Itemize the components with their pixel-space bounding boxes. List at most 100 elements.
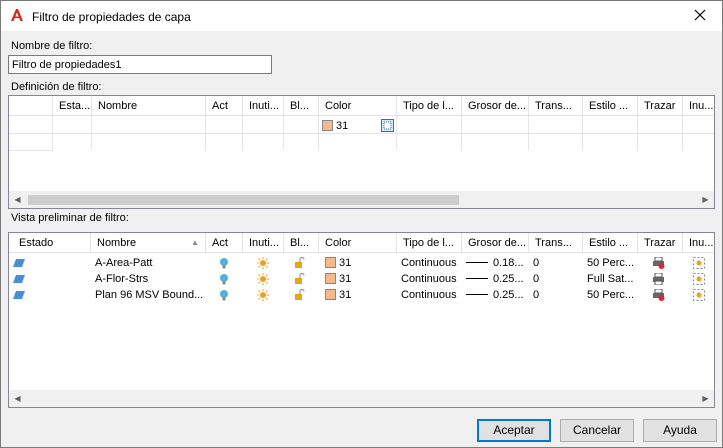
prev-col-tipo-linea[interactable]: Tipo de l... bbox=[397, 233, 462, 253]
prev-col-estilo[interactable]: Estilo ... bbox=[583, 233, 638, 253]
layer-name: A-Flor-Strs bbox=[95, 273, 149, 285]
def-col-color[interactable]: Color bbox=[319, 96, 397, 116]
layer-name: A-Area-Patt bbox=[95, 257, 153, 269]
lightbulb-on-icon[interactable] bbox=[218, 289, 230, 301]
prev-col-transparencia[interactable]: Trans... bbox=[529, 233, 583, 253]
def-col-estado[interactable]: Esta... bbox=[53, 96, 92, 116]
prev-col-nombre[interactable]: Nombre ▲ bbox=[91, 233, 206, 253]
sort-up-icon: ▲ bbox=[191, 238, 199, 247]
grid-line bbox=[9, 150, 53, 151]
window-title: Filtro de propiedades de capa bbox=[32, 10, 191, 24]
prev-col-inutilizar[interactable]: Inuti... bbox=[243, 233, 284, 253]
lineweight-value: 0.25... bbox=[493, 289, 524, 301]
help-button[interactable]: Ayuda bbox=[643, 419, 717, 442]
viewport-freeze-icon[interactable] bbox=[693, 289, 705, 301]
lightbulb-on-icon[interactable] bbox=[218, 273, 230, 285]
preview-grid[interactable]: Estado Nombre ▲ Act Inuti... Bl... Color… bbox=[8, 232, 715, 408]
color-swatch bbox=[322, 120, 333, 131]
layer-icon bbox=[13, 259, 25, 267]
def-col-bloquear[interactable]: Bl... bbox=[284, 96, 319, 116]
layer-lineweight[interactable]: 0.18... bbox=[462, 255, 529, 271]
layer-icon bbox=[13, 291, 25, 299]
def-col-estilo[interactable]: Estilo ... bbox=[583, 96, 638, 116]
scroll-right-icon[interactable]: ▶ bbox=[697, 390, 714, 407]
layer-linetype[interactable]: Continuous bbox=[397, 271, 462, 287]
filter-name-input[interactable]: Filtro de propiedades1 bbox=[8, 55, 272, 74]
def-col-inutilizar[interactable]: Inuti... bbox=[243, 96, 284, 116]
color-picker-button[interactable] bbox=[381, 118, 397, 134]
preview-label: Vista preliminar de filtro: bbox=[11, 212, 129, 224]
preview-hscrollbar[interactable]: ◀ ▶ bbox=[9, 390, 714, 407]
def-col-trazar[interactable]: Trazar bbox=[638, 96, 683, 116]
cancel-button[interactable]: Cancelar bbox=[560, 419, 634, 442]
def-col-act[interactable]: Act bbox=[206, 96, 243, 116]
unlock-icon[interactable] bbox=[294, 273, 306, 285]
def-col-transparencia[interactable]: Trans... bbox=[529, 96, 583, 116]
lineweight-value: 0.18... bbox=[493, 257, 524, 269]
prev-col-nombre-label: Nombre bbox=[97, 237, 137, 249]
def-color-value: 31 bbox=[336, 120, 349, 132]
layer-color[interactable]: 31 bbox=[321, 271, 397, 287]
layer-color[interactable]: 31 bbox=[321, 255, 397, 271]
plot-printer-icon[interactable] bbox=[653, 273, 665, 285]
color-swatch bbox=[325, 289, 336, 300]
lineweight-value: 0.25... bbox=[493, 273, 524, 285]
layer-transparency[interactable]: 0 bbox=[529, 271, 583, 287]
sun-icon[interactable] bbox=[257, 257, 269, 269]
unlock-icon[interactable] bbox=[294, 289, 306, 301]
def-col-tipo-linea[interactable]: Tipo de l... bbox=[397, 96, 462, 116]
layer-name: Plan 96 MSV Bound... bbox=[95, 289, 204, 301]
lineweight-line-icon bbox=[466, 278, 488, 279]
layer-linetype[interactable]: Continuous bbox=[397, 287, 462, 303]
preview-row[interactable]: A-Flor-Strs 31 Continuous 0.25... 0 Full… bbox=[9, 271, 714, 287]
definition-row[interactable]: 31 bbox=[9, 118, 714, 134]
def-col-inutilizar-vp[interactable]: Inu... bbox=[683, 96, 714, 116]
unlock-icon[interactable] bbox=[294, 257, 306, 269]
viewport-freeze-icon[interactable] bbox=[693, 273, 705, 285]
scroll-thumb[interactable] bbox=[28, 195, 459, 205]
preview-row[interactable]: A-Area-Patt 31 Continuous 0.18... 0 50 P… bbox=[9, 255, 714, 271]
definition-header: Esta... Nombre Act Inuti... Bl... Color … bbox=[9, 96, 714, 116]
close-icon[interactable] bbox=[692, 8, 708, 24]
prev-col-bloquear[interactable]: Bl... bbox=[284, 233, 319, 253]
layer-lineweight[interactable]: 0.25... bbox=[462, 271, 529, 287]
layer-plot-style[interactable]: 50 Perc... bbox=[583, 287, 638, 303]
lightbulb-on-icon[interactable] bbox=[218, 257, 230, 269]
layer-color-value: 31 bbox=[339, 257, 352, 269]
layer-color[interactable]: 31 bbox=[321, 287, 397, 303]
no-plot-printer-icon[interactable] bbox=[653, 257, 665, 269]
layer-icon bbox=[13, 275, 25, 283]
layer-linetype[interactable]: Continuous bbox=[397, 255, 462, 271]
prev-col-act[interactable]: Act bbox=[206, 233, 243, 253]
layer-plot-style[interactable]: Full Sat... bbox=[583, 271, 638, 287]
viewport-freeze-icon[interactable] bbox=[693, 257, 705, 269]
sun-icon[interactable] bbox=[257, 273, 269, 285]
prev-col-trazar[interactable]: Trazar bbox=[638, 233, 683, 253]
lineweight-line-icon bbox=[466, 294, 488, 295]
layer-transparency[interactable]: 0 bbox=[529, 255, 583, 271]
layer-color-value: 31 bbox=[339, 273, 352, 285]
definition-grid[interactable]: Esta... Nombre Act Inuti... Bl... Color … bbox=[8, 95, 715, 209]
def-col-grosor[interactable]: Grosor de... bbox=[462, 96, 529, 116]
color-swatch bbox=[325, 273, 336, 284]
def-col-nombre[interactable]: Nombre bbox=[92, 96, 206, 116]
no-plot-printer-icon[interactable] bbox=[653, 289, 665, 301]
layer-lineweight[interactable]: 0.25... bbox=[462, 287, 529, 303]
prev-col-estado[interactable]: Estado bbox=[9, 233, 91, 253]
preview-header: Estado Nombre ▲ Act Inuti... Bl... Color… bbox=[9, 233, 714, 253]
sun-icon[interactable] bbox=[257, 289, 269, 301]
definition-hscrollbar[interactable]: ◀ ▶ bbox=[9, 191, 714, 208]
prev-col-color[interactable]: Color bbox=[319, 233, 397, 253]
scroll-right-icon[interactable]: ▶ bbox=[697, 191, 714, 208]
layer-plot-style[interactable]: 50 Perc... bbox=[583, 255, 638, 271]
ok-button[interactable]: Aceptar bbox=[477, 419, 551, 442]
layer-transparency[interactable]: 0 bbox=[529, 287, 583, 303]
prev-col-grosor[interactable]: Grosor de... bbox=[462, 233, 529, 253]
def-col-blank[interactable] bbox=[9, 96, 53, 116]
scroll-left-icon[interactable]: ◀ bbox=[9, 390, 26, 407]
prev-col-inutilizar-vp[interactable]: Inu... bbox=[683, 233, 714, 253]
scroll-left-icon[interactable]: ◀ bbox=[9, 191, 26, 208]
color-swatch bbox=[325, 257, 336, 268]
preview-row[interactable]: Plan 96 MSV Bound... 31 Continuous 0.25.… bbox=[9, 287, 714, 303]
title-bar: Filtro de propiedades de capa bbox=[0, 0, 723, 31]
